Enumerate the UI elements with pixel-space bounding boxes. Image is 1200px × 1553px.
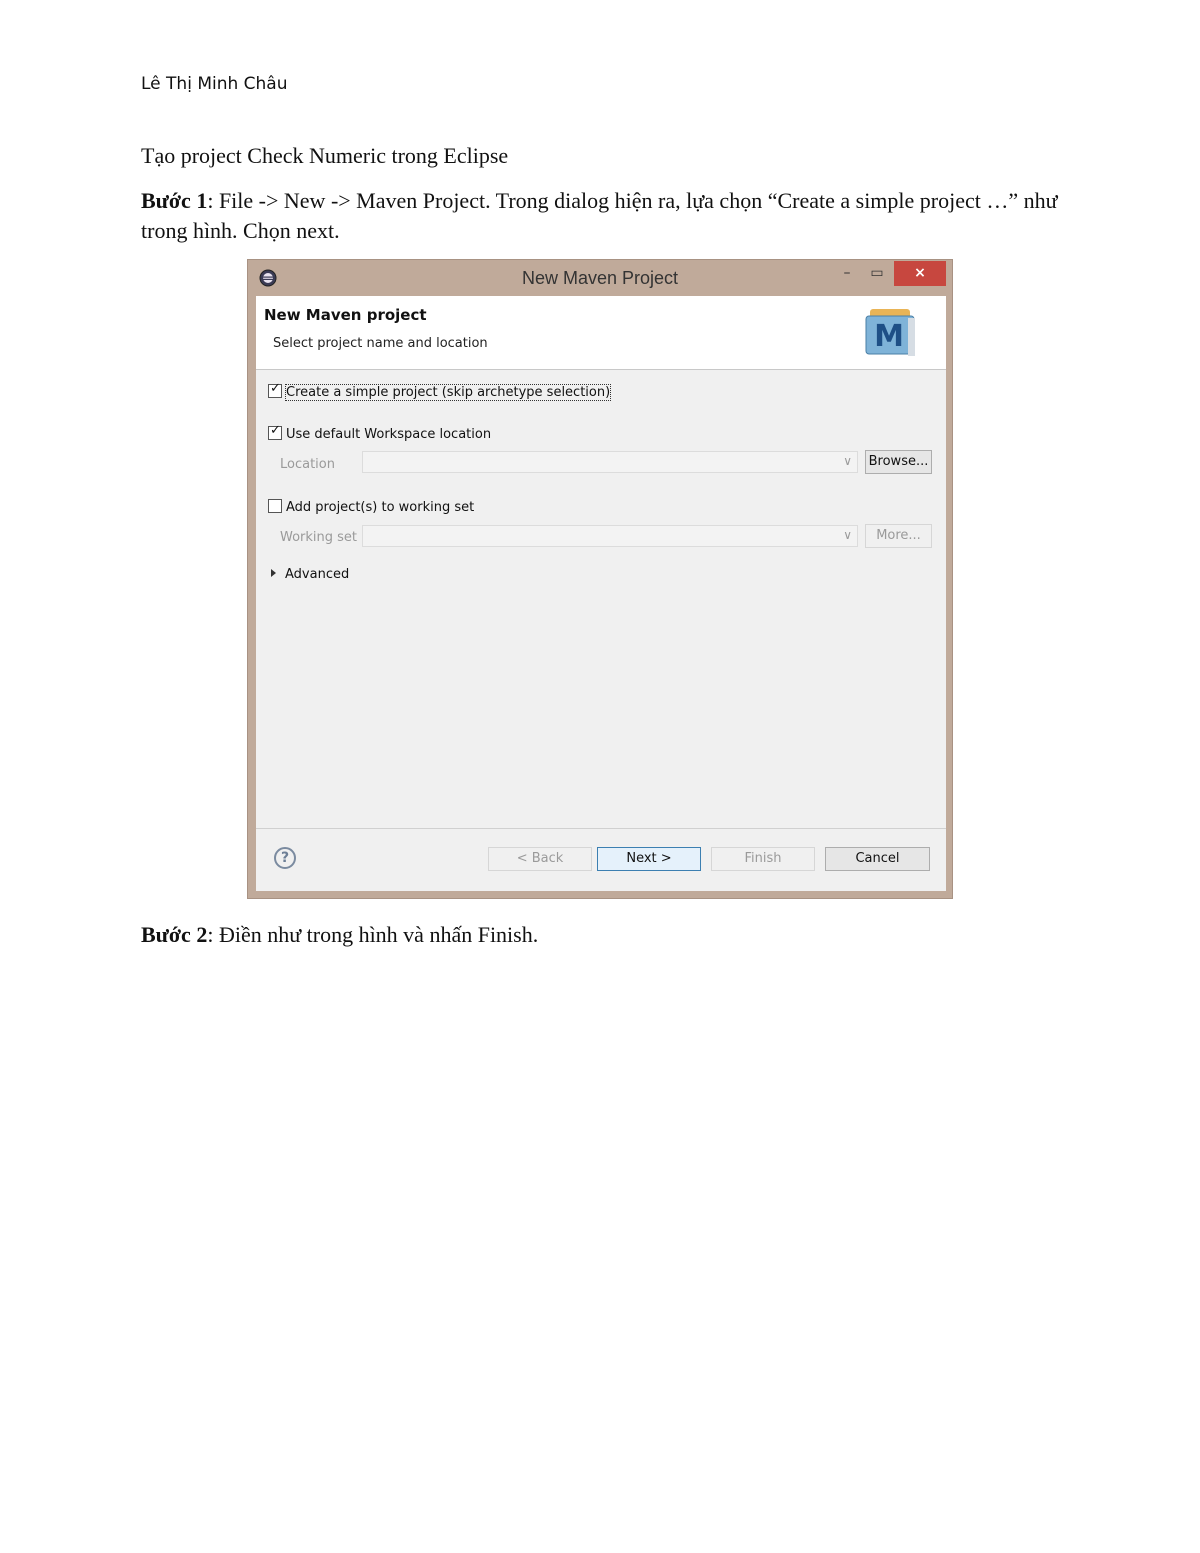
wizard-banner: New Maven project Select project name an… (256, 296, 946, 370)
banner-subtitle: Select project name and location (273, 336, 488, 351)
chevron-down-icon: ∨ (843, 454, 852, 468)
footer-divider (256, 828, 946, 829)
author-name: Lê Thị Minh Châu (141, 74, 288, 94)
maven-logo-icon: M (865, 309, 915, 356)
cancel-button[interactable]: Cancel (825, 847, 930, 871)
minimize-button[interactable]: – (834, 261, 860, 286)
working-set-label: Working set (280, 530, 358, 545)
working-set-checkbox-box[interactable] (268, 499, 282, 513)
next-button[interactable]: Next > (597, 847, 701, 871)
expand-triangle-icon (271, 569, 276, 577)
close-icon: × (914, 265, 926, 281)
default-workspace-checkbox-box[interactable]: ✓ (268, 423, 282, 440)
working-set-checkbox[interactable]: Add project(s) to working set (268, 499, 474, 515)
step2-paragraph: Bước 2: Điền như trong hình và nhấn Fini… (141, 920, 1061, 950)
step2-label: Bước 2 (141, 922, 208, 947)
simple-project-label: Create a simple project (skip archetype … (284, 384, 612, 401)
step1-paragraph: Bước 1: File -> New -> Maven Project. Tr… (141, 186, 1061, 246)
browse-button[interactable]: Browse... (865, 450, 932, 474)
checkmark-icon: ✓ (270, 423, 281, 438)
step1-label: Bước 1 (141, 188, 208, 213)
banner-title: New Maven project (264, 306, 427, 324)
default-workspace-checkbox[interactable]: ✓ Use default Workspace location (268, 423, 492, 442)
working-set-combo[interactable]: ∨ (362, 525, 858, 547)
maven-logo-letter: M (874, 319, 904, 354)
location-label: Location (280, 457, 335, 472)
advanced-section-toggle[interactable]: Advanced (271, 567, 349, 582)
location-combo[interactable]: ∨ (362, 451, 858, 473)
help-icon[interactable]: ? (274, 847, 296, 869)
dialog-titlebar: New Maven Project – ▭ × (248, 260, 952, 296)
close-button[interactable]: × (894, 261, 946, 286)
maven-dialog-screenshot: New Maven Project – ▭ × New Maven projec… (247, 259, 953, 899)
back-button[interactable]: < Back (488, 847, 592, 871)
chevron-down-icon: ∨ (843, 528, 852, 542)
simple-project-checkbox-box[interactable]: ✓ (268, 381, 282, 398)
maximize-button[interactable]: ▭ (864, 261, 890, 286)
document-heading: Tạo project Check Numeric trong Eclipse (141, 143, 509, 168)
dialog-body: New Maven project Select project name an… (256, 296, 946, 891)
advanced-label: Advanced (285, 567, 350, 582)
finish-button[interactable]: Finish (711, 847, 815, 871)
step2-text: : Điền như trong hình và nhấn Finish. (207, 922, 539, 947)
simple-project-checkbox[interactable]: ✓ Create a simple project (skip archetype… (268, 381, 612, 401)
checkmark-icon: ✓ (270, 381, 281, 396)
default-workspace-label: Use default Workspace location (286, 427, 492, 442)
more-button[interactable]: More... (865, 524, 932, 548)
working-set-check-label: Add project(s) to working set (286, 500, 475, 515)
step1-text: : File -> New -> Maven Project. Trong di… (141, 188, 1058, 243)
